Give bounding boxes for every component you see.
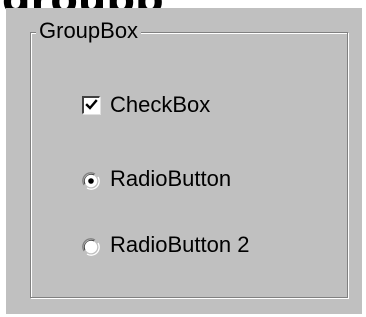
checkbox-box[interactable] xyxy=(82,96,100,114)
window-panel: GroupBox CheckBox RadioButton RadioButto… xyxy=(6,8,362,314)
radio-button-circle-1[interactable] xyxy=(82,170,100,190)
radio-button-label-2: RadioButton 2 xyxy=(110,232,250,257)
check-mark-icon xyxy=(85,99,98,110)
radio-empty-icon xyxy=(82,238,100,256)
checkbox-control[interactable]: CheckBox xyxy=(82,90,210,120)
checkbox-label: CheckBox xyxy=(110,92,211,117)
radio-button-label-1: RadioButton xyxy=(110,166,232,191)
radio-button-1[interactable]: RadioButton xyxy=(82,164,231,194)
groupbox-title: GroupBox xyxy=(36,18,142,44)
radio-button-2[interactable]: RadioButton 2 xyxy=(82,230,249,260)
radio-button-circle-2[interactable] xyxy=(82,236,100,256)
radio-dot-icon xyxy=(82,172,100,190)
